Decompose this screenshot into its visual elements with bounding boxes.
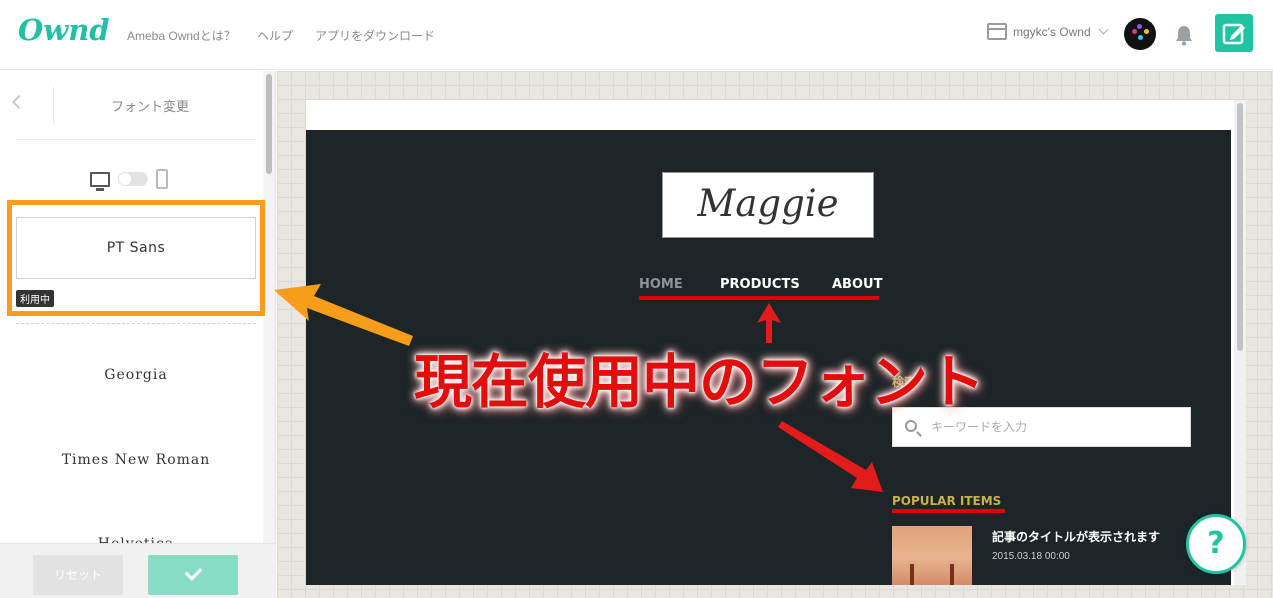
desktop-icon[interactable] [90,171,110,191]
annotation-caption: 現在使用中のフォント [414,348,985,416]
article-date: 2015.03.18 00:00 [992,551,1070,562]
dashed-divider [16,323,256,324]
edit-post-button[interactable] [1215,14,1253,52]
popular-red-underline [892,509,1005,513]
nav-link-help[interactable]: ヘルプ [257,27,293,44]
search-icon [905,420,917,432]
top-header: Ownd Ameba Owndとは？ ヘルプ アプリをダウンロード mgykc'… [0,0,1273,70]
divider [53,87,54,123]
site-nav-about[interactable]: ABOUT [832,277,882,292]
sidebar-title: フォント変更 [110,99,189,114]
preview-scroll-thumb[interactable] [1237,103,1243,351]
pencil-icon [1222,23,1245,45]
sidebar-scroll-thumb[interactable] [266,74,272,174]
site-switcher[interactable]: mgykc's Ownd [987,23,1109,40]
ownd-logo[interactable]: Ownd [18,13,110,47]
article-title[interactable]: 記事のタイトルが表示されます [992,528,1160,545]
article-thumbnail[interactable] [892,526,972,585]
nav-link-about-ownd[interactable]: Ameba Owndとは？ [127,27,236,44]
nav-red-underline [639,296,879,300]
device-switch-toggle[interactable] [118,172,148,186]
reset-button[interactable]: リセット [33,555,123,595]
font-option-georgia[interactable]: Georgia [16,367,256,383]
font-settings-sidebar: フォント変更 PT Sans 利用中 Georgia Times New Rom… [0,71,276,598]
nav-link-download-app[interactable]: アプリをダウンロード [315,27,435,44]
help-button[interactable]: ? [1186,514,1246,574]
smartphone-icon[interactable] [156,169,168,189]
sidebar-footer: リセット [0,543,276,598]
confirm-button[interactable] [148,555,238,595]
divider [16,139,256,140]
site-nav-products[interactable]: PRODUCTS [720,277,800,292]
highlight-box [7,200,265,316]
site-nav-home[interactable]: HOME [639,277,683,292]
user-avatar[interactable] [1124,18,1156,50]
bell-icon[interactable] [1174,24,1194,46]
popular-items-heading: POPULAR ITEMS [892,494,1002,508]
search-input[interactable] [931,417,1181,437]
font-option-times-new-roman[interactable]: Times New Roman [16,452,256,468]
device-toggle [90,169,168,191]
back-chevron-icon[interactable] [11,94,27,110]
browser-window-icon [987,23,1007,40]
site-logo[interactable]: Maggie [662,172,874,238]
site-name: mgykc's Ownd [1013,24,1091,39]
chevron-down-icon [1098,24,1109,35]
